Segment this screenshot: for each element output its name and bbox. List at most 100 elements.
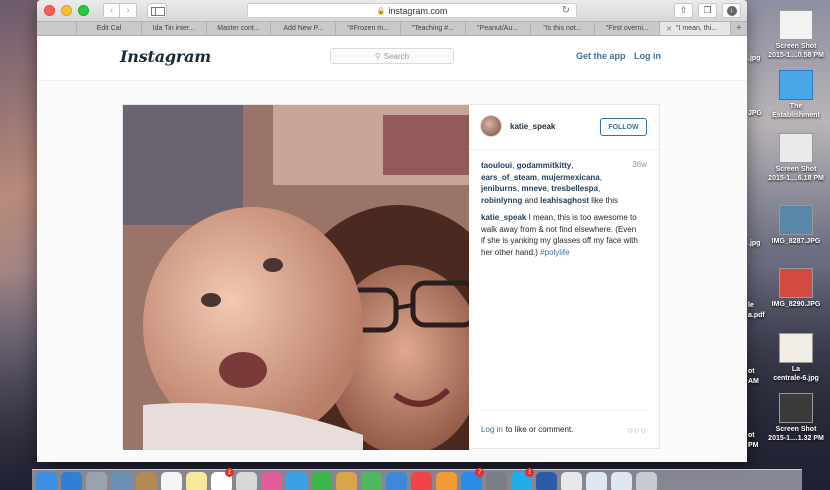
login-link[interactable]: Log in	[634, 51, 661, 61]
back-button[interactable]: ‹	[103, 3, 120, 18]
desktop-icon[interactable]: IMG_8290.JPG	[765, 268, 827, 309]
share-button[interactable]: ⇧	[674, 3, 693, 18]
trash-icon[interactable]	[636, 472, 657, 490]
follow-button[interactable]: FOLLOW	[600, 118, 647, 136]
download-icon: ↓	[726, 5, 737, 16]
liker-link[interactable]: mneve	[521, 184, 546, 193]
tab[interactable]: Master cont...	[207, 22, 272, 35]
tab-blank[interactable]	[37, 22, 77, 35]
tab[interactable]: Add New P...	[271, 22, 337, 35]
partial-desktop-label[interactable]: a.pdf	[748, 312, 765, 319]
contacts-icon[interactable]	[136, 472, 157, 490]
minimize-window-button[interactable]	[61, 5, 72, 16]
pages-icon[interactable]	[336, 472, 357, 490]
partial-desktop-label[interactable]: JPG	[748, 110, 762, 117]
post-photo[interactable]	[123, 105, 469, 450]
launchpad-icon[interactable]	[86, 472, 107, 490]
sidebar-toggle-button[interactable]	[147, 3, 167, 18]
get-app-link[interactable]: Get the app	[576, 51, 626, 61]
liker-link[interactable]: mujermexicana	[542, 173, 600, 182]
word-icon[interactable]	[536, 472, 557, 490]
desktop-icon[interactable]: IMG_8287.JPG	[765, 205, 827, 246]
new-tab-button[interactable]: +	[731, 22, 747, 35]
footer-login-link[interactable]: Log in	[481, 425, 503, 434]
desktop-icon[interactable]: La centrale-6.jpg	[765, 333, 827, 383]
safari-icon[interactable]	[61, 472, 82, 490]
itunes-icon[interactable]	[411, 472, 432, 490]
preview-icon[interactable]	[236, 472, 257, 490]
liker-link[interactable]: ears_of_steam	[481, 173, 537, 182]
finder-icon[interactable]	[36, 472, 57, 490]
desktop-icon-label: Screen Shot	[775, 426, 817, 433]
chevron-right-icon: ›	[126, 5, 130, 16]
partial-desktop-label[interactable]: ot	[748, 432, 755, 439]
folder-icon	[779, 70, 813, 100]
tab[interactable]: "Peanut/Au...	[466, 22, 531, 35]
app-store-icon[interactable]: 7	[461, 468, 484, 490]
partial-desktop-label[interactable]: le	[748, 302, 754, 309]
skype-icon[interactable]: 1	[511, 468, 534, 490]
numbers-icon[interactable]	[361, 472, 382, 490]
document-icon[interactable]	[561, 472, 582, 490]
liker-link[interactable]: leahisaghost	[540, 196, 589, 205]
messages-icon[interactable]	[286, 472, 307, 490]
facetime-icon[interactable]	[311, 472, 332, 490]
more-options-icon[interactable]: ○○○	[628, 425, 647, 435]
post-username[interactable]: katie_speak	[510, 122, 555, 131]
history-nav: ‹ ›	[103, 3, 137, 18]
tab-overview-button[interactable]: ❐	[698, 3, 717, 18]
document-icon[interactable]	[586, 472, 607, 490]
tab[interactable]: "#Frozen m...	[336, 22, 401, 35]
zoom-window-button[interactable]	[78, 5, 89, 16]
ibooks-icon[interactable]	[436, 472, 457, 490]
desktop-icon[interactable]: Screen Shot 2015-1....1.32 PM	[765, 393, 827, 443]
desktop-icon-label: centrale-6.jpg	[773, 375, 819, 382]
post-timestamp[interactable]: 36w	[632, 160, 647, 169]
notes-icon[interactable]	[186, 472, 207, 490]
keynote-icon[interactable]	[386, 472, 407, 490]
partial-desktop-label[interactable]: .jpg	[748, 240, 760, 247]
reload-icon[interactable]: ↻	[562, 5, 570, 16]
search-input[interactable]: ⚲ Search	[330, 48, 454, 64]
desktop-icon[interactable]: Screen Shot 2015-1....0.58 PM	[765, 10, 827, 60]
desktop-icon[interactable]: The Establishment	[765, 70, 827, 120]
downloads-button[interactable]: ↓	[722, 3, 741, 18]
share-icon: ⇧	[679, 5, 688, 15]
liker-link[interactable]: tresbellespa	[551, 184, 598, 193]
tab[interactable]: Edit Cal	[77, 22, 142, 35]
liker-link[interactable]: jeniburns	[481, 184, 517, 193]
post-header: katie_speak FOLLOW	[469, 105, 659, 150]
liker-link[interactable]: taouloui	[481, 161, 512, 170]
photos-app-icon[interactable]	[261, 472, 282, 490]
reminders-icon[interactable]: 1	[211, 468, 234, 490]
forward-button[interactable]: ›	[120, 3, 137, 18]
tab[interactable]: "First overni...	[595, 22, 661, 35]
avatar[interactable]	[480, 115, 502, 137]
close-tab-icon[interactable]: ✕	[666, 25, 672, 33]
notification-badge: 7	[475, 468, 484, 477]
caption-username[interactable]: katie_speak	[481, 213, 526, 222]
tab[interactable]: "Teaching #...	[401, 22, 466, 35]
partial-desktop-label[interactable]: PM	[748, 442, 759, 449]
hashtag-link[interactable]: #polylife	[540, 248, 569, 257]
desktop-icon[interactable]: Screen Shot 2015-1....6.18 PM	[765, 133, 827, 183]
calendar-icon[interactable]	[161, 472, 182, 490]
plus-icon: +	[736, 23, 742, 34]
partial-desktop-label[interactable]: ot	[748, 368, 755, 375]
address-bar[interactable]: 🔒 instagram.com ↻	[247, 3, 577, 18]
tab[interactable]: "Is this not...	[531, 22, 596, 35]
liker-link[interactable]: robinlynng	[481, 196, 522, 205]
instagram-logo[interactable]: Instagram	[120, 47, 211, 66]
photos-icon[interactable]	[111, 472, 132, 490]
partial-desktop-label[interactable]: AM	[748, 378, 759, 385]
document-icon[interactable]	[611, 472, 632, 490]
tab-active[interactable]: ✕ "I mean, thi...	[660, 22, 731, 35]
system-preferences-icon[interactable]	[486, 472, 507, 490]
partial-desktop-label[interactable]: .jpg	[748, 55, 760, 62]
post-footer: Log in to like or comment. ○○○	[481, 410, 647, 448]
liker-link[interactable]: godammitkitty	[517, 161, 572, 170]
close-window-button[interactable]	[44, 5, 55, 16]
tab-label: Edit Cal	[96, 25, 122, 32]
tab[interactable]: Ida Tin inter...	[142, 22, 207, 35]
tab-label: "Teaching #...	[411, 25, 454, 32]
